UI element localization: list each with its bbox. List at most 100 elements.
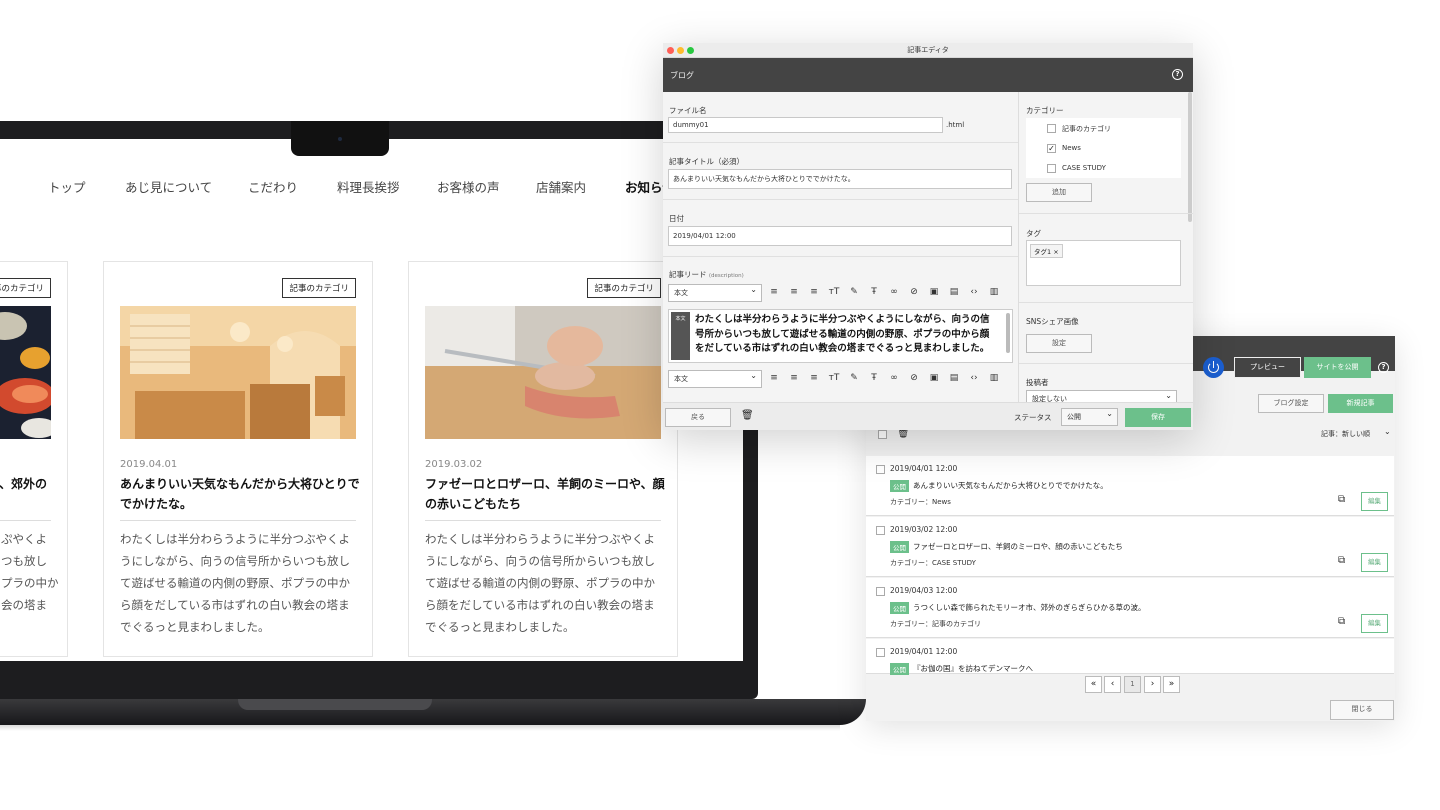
- new-post-button[interactable]: 新規記事: [1328, 394, 1393, 413]
- seafood-image: [0, 306, 51, 439]
- article-title[interactable]: ファゼーロとロザーロ、羊飼のミーロや、顔の赤いこどもたち: [425, 474, 665, 514]
- editor-scrollbar[interactable]: [1006, 313, 1010, 353]
- copy-icon[interactable]: ⧉: [1338, 494, 1345, 505]
- save-button[interactable]: 保存: [1125, 408, 1191, 427]
- publish-site-button[interactable]: サイトを公開: [1304, 357, 1371, 378]
- nav-item-stores[interactable]: 店舗案内: [536, 177, 586, 196]
- category-option[interactable]: News: [1062, 144, 1081, 152]
- category-checkbox[interactable]: [1047, 124, 1056, 133]
- preview-button[interactable]: プレビュー: [1234, 357, 1301, 378]
- row-checkbox[interactable]: [876, 587, 885, 596]
- pager-first[interactable]: «: [1085, 676, 1102, 693]
- date-input[interactable]: 2019/04/01 12:00: [668, 226, 1012, 246]
- category-option[interactable]: 記事のカテゴリ: [1062, 124, 1111, 134]
- help-icon[interactable]: ?: [1378, 362, 1389, 373]
- category-checkbox[interactable]: [1047, 164, 1056, 173]
- article-card[interactable]: 記事のカテゴリ 、郊外の ぷやくよ つも放し プラの中か 会の塔ま: [0, 261, 68, 657]
- post-row[interactable]: 2019/04/01 12:00 公開 『お伽の国』を訪ねてデンマークへ: [866, 639, 1394, 675]
- divider: [1019, 213, 1193, 214]
- link-icon[interactable]: ∞: [887, 373, 901, 383]
- trash-icon[interactable]: 🗑: [741, 410, 754, 421]
- tag-chip-label: タグ1: [1034, 248, 1052, 256]
- tag-input[interactable]: タグ1 ×: [1026, 240, 1181, 286]
- post-title[interactable]: ファゼーロとロザーロ、羊飼のミーロや、顔の赤いこどもたち: [913, 541, 1123, 552]
- category-option[interactable]: CASE STUDY: [1062, 164, 1106, 172]
- align-center-icon[interactable]: ≡: [787, 373, 801, 383]
- category-checkbox-checked[interactable]: ✓: [1047, 144, 1056, 153]
- sns-image-button[interactable]: 設定: [1026, 334, 1092, 353]
- align-left-icon[interactable]: ≡: [767, 287, 781, 297]
- row-checkbox[interactable]: [876, 526, 885, 535]
- pager-next[interactable]: ›: [1144, 676, 1161, 693]
- article-title[interactable]: あんまりいい天気なもんだから大将ひとりででかけたな。: [120, 474, 360, 514]
- chevron-down-icon[interactable]: ⌄: [1384, 427, 1391, 436]
- side-scrollbar[interactable]: [1188, 92, 1192, 222]
- embed-icon[interactable]: ▤: [947, 373, 961, 383]
- category-badge: 記事のカテゴリ: [282, 278, 356, 298]
- align-left-icon[interactable]: ≡: [767, 373, 781, 383]
- power-icon[interactable]: [1203, 357, 1224, 378]
- content-text[interactable]: わたくしは半分わらうように半分つぶやくようにしながら、向うの信号所からいつも放し…: [695, 313, 995, 357]
- site-nav: トップ あじ見について こだわり 料理長挨拶 お客様の声 店舗案内 お知らせ: [0, 177, 743, 199]
- text-style-icon[interactable]: Ŧ: [867, 373, 881, 383]
- post-title[interactable]: うつくしい森で飾られたモリーオ市、郊外のぎらぎらひかる草の波。: [913, 602, 1146, 613]
- code-icon[interactable]: ‹›: [967, 373, 981, 383]
- close-button[interactable]: 閉じる: [1330, 700, 1394, 720]
- nav-item-about[interactable]: あじ見について: [125, 177, 212, 196]
- copy-icon[interactable]: ⧉: [1338, 555, 1345, 566]
- embed-icon[interactable]: ▤: [947, 287, 961, 297]
- row-checkbox[interactable]: [876, 648, 885, 657]
- color-picker-icon[interactable]: ✎: [847, 287, 861, 297]
- article-card[interactable]: 記事のカテゴリ 2019.04.01 あんまりいい天気なもんだから大将ひとりでで…: [103, 261, 373, 657]
- blog-settings-button[interactable]: ブログ設定: [1258, 394, 1324, 413]
- date-label: 日付: [669, 214, 684, 223]
- align-center-icon[interactable]: ≡: [787, 287, 801, 297]
- code-icon[interactable]: ‹›: [967, 287, 981, 297]
- table-icon[interactable]: ▥: [987, 373, 1001, 383]
- post-title[interactable]: 『お伽の国』を訪ねてデンマークへ: [913, 663, 1033, 674]
- copy-icon[interactable]: ⧉: [1338, 616, 1345, 627]
- link-icon[interactable]: ∞: [887, 287, 901, 297]
- file-name-input[interactable]: dummy01: [668, 117, 943, 133]
- sort-select[interactable]: 記事：新しい順: [1321, 429, 1370, 439]
- image-icon[interactable]: ▣: [927, 287, 941, 297]
- table-icon[interactable]: ▥: [987, 287, 1001, 297]
- unlink-icon[interactable]: ⊘: [907, 373, 921, 383]
- add-category-button[interactable]: 追加: [1026, 183, 1092, 202]
- laptop-base: [0, 699, 866, 725]
- edit-button[interactable]: 編集: [1361, 492, 1388, 511]
- align-right-icon[interactable]: ≡: [807, 373, 821, 383]
- back-button[interactable]: 戻る: [665, 408, 731, 427]
- select-all-checkbox[interactable]: [878, 430, 887, 439]
- post-row[interactable]: 2019/04/03 12:00 公開 うつくしい森で飾られたモリーオ市、郊外の…: [866, 578, 1394, 638]
- color-picker-icon[interactable]: ✎: [847, 373, 861, 383]
- text-style-icon[interactable]: Ŧ: [867, 287, 881, 297]
- image-icon[interactable]: ▣: [927, 373, 941, 383]
- align-right-icon[interactable]: ≡: [807, 287, 821, 297]
- edit-button[interactable]: 編集: [1361, 614, 1388, 633]
- unlink-icon[interactable]: ⊘: [907, 287, 921, 297]
- row-checkbox[interactable]: [876, 465, 885, 474]
- title-input[interactable]: あんまりいい天気なもんだから大将ひとりででかけたな。: [668, 169, 1012, 189]
- block-type-select[interactable]: 本文: [668, 368, 762, 388]
- post-title[interactable]: あんまりいい天気なもんだから大将ひとりででかけたな。: [913, 480, 1108, 491]
- post-row[interactable]: 2019/04/01 12:00 公開 あんまりいい天気なもんだから大将ひとりで…: [866, 456, 1394, 516]
- nav-item-chef[interactable]: 料理長挨拶: [337, 177, 400, 196]
- font-size-icon[interactable]: тT: [827, 287, 841, 297]
- help-icon[interactable]: ?: [1172, 69, 1183, 80]
- status-select[interactable]: 公開: [1061, 406, 1118, 426]
- block-type-select[interactable]: 本文: [668, 282, 762, 302]
- nav-item-voice[interactable]: お客様の声: [437, 177, 500, 196]
- pager-page-1[interactable]: 1: [1124, 676, 1141, 693]
- font-size-icon[interactable]: тT: [827, 373, 841, 383]
- pager-prev[interactable]: ‹: [1104, 676, 1121, 693]
- pager-last[interactable]: »: [1163, 676, 1180, 693]
- tag-chip[interactable]: タグ1 ×: [1030, 244, 1063, 258]
- content-editor[interactable]: 本文 わたくしは半分わらうように半分つぶやくようにしながら、向うの信号所からいつ…: [668, 309, 1013, 363]
- article-card[interactable]: 記事のカテゴリ 2019.03.02 ファゼーロとロザーロ、羊飼のミーロや、顔の…: [408, 261, 678, 657]
- post-row[interactable]: 2019/03/02 12:00 公開 ファゼーロとロザーロ、羊飼のミーロや、顔…: [866, 517, 1394, 577]
- nav-item-top[interactable]: トップ: [48, 177, 86, 196]
- edit-button[interactable]: 編集: [1361, 553, 1388, 572]
- window-titlebar: 記事エディタ: [663, 43, 1193, 58]
- nav-item-commitment[interactable]: こだわり: [248, 177, 298, 196]
